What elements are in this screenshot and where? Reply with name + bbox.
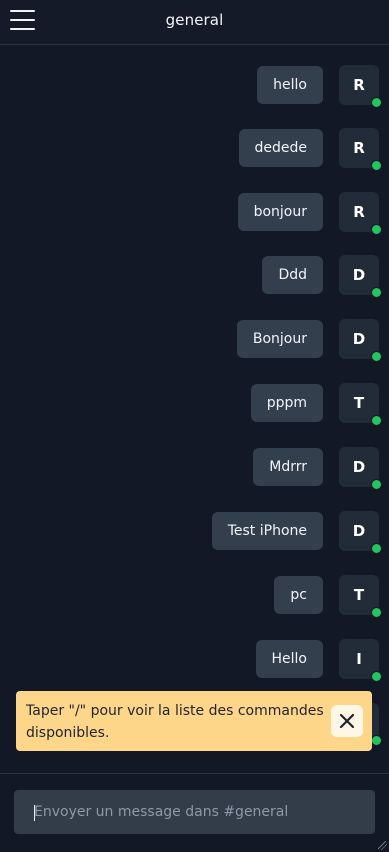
top-bar: general	[0, 0, 389, 45]
message-input[interactable]	[14, 790, 375, 834]
hint-text: Taper "/" pour voir la liste des command…	[26, 703, 324, 741]
online-status-dot	[371, 607, 382, 618]
online-status-dot	[371, 351, 382, 362]
channel-title: general	[165, 11, 224, 29]
message-row: hello R	[257, 65, 382, 108]
avatar-initial: D	[352, 522, 366, 540]
message-bubble[interactable]: Mdrrr	[253, 448, 323, 486]
avatar[interactable]: T	[339, 575, 382, 618]
online-status-dot	[371, 415, 382, 426]
message-bubble[interactable]: hello	[257, 66, 323, 104]
message-bubble[interactable]: pc	[274, 576, 323, 614]
online-status-dot	[371, 671, 382, 682]
online-status-dot	[371, 479, 382, 490]
message-row: pppm T	[250, 383, 382, 426]
message-bubble[interactable]: Hello	[255, 640, 323, 678]
avatar[interactable]: I	[339, 639, 382, 682]
text-caret	[34, 805, 35, 821]
message-bubble[interactable]: dedede	[238, 129, 323, 167]
message-row: Ddd D	[262, 255, 382, 298]
avatar-initial: D	[352, 330, 366, 348]
avatar-initial: D	[352, 266, 366, 284]
message-bubble[interactable]: Bonjour	[236, 320, 323, 358]
message-bubble[interactable]: pppm	[250, 384, 323, 422]
online-status-dot	[371, 97, 382, 108]
message-row: Mdrrr D	[253, 447, 382, 490]
message-row: pc T	[274, 575, 382, 618]
avatar-initial: R	[353, 203, 365, 221]
avatar-initial: T	[353, 394, 365, 412]
message-row: Hello I	[255, 639, 382, 682]
message-bubble[interactable]: Test iPhone	[211, 512, 323, 550]
avatar[interactable]: R	[339, 192, 382, 235]
message-row: bonjour R	[237, 192, 382, 235]
message-row: dedede R	[238, 128, 382, 171]
avatar[interactable]: D	[339, 511, 382, 554]
online-status-dot	[371, 287, 382, 298]
avatar-initial: T	[353, 586, 365, 604]
close-icon[interactable]	[331, 705, 363, 737]
avatar-initial: I	[356, 650, 362, 668]
close-icon-glyph	[339, 713, 355, 729]
avatar-initial: D	[352, 458, 366, 476]
composer-bar	[0, 773, 389, 852]
online-status-dot	[371, 224, 382, 235]
online-status-dot	[371, 735, 382, 746]
commands-hint-banner: Taper "/" pour voir la liste des command…	[16, 691, 372, 751]
online-status-dot	[371, 543, 382, 554]
message-bubble[interactable]: bonjour	[237, 193, 323, 231]
avatar[interactable]: D	[339, 319, 382, 362]
avatar[interactable]: R	[339, 128, 382, 171]
avatar[interactable]: D	[339, 447, 382, 490]
message-row: Test iPhone D	[211, 511, 382, 554]
avatar[interactable]: R	[339, 65, 382, 108]
avatar-initial: R	[353, 76, 365, 94]
message-bubble[interactable]: Ddd	[262, 256, 323, 294]
avatar[interactable]: T	[339, 383, 382, 426]
avatar[interactable]: D	[339, 255, 382, 298]
online-status-dot	[371, 160, 382, 171]
avatar-initial: R	[353, 139, 365, 157]
resize-handle-icon[interactable]	[378, 841, 387, 850]
message-list[interactable]: hello R dedede R bonjour R Ddd D Bonjour…	[0, 45, 389, 773]
message-row: Bonjour D	[236, 319, 382, 362]
